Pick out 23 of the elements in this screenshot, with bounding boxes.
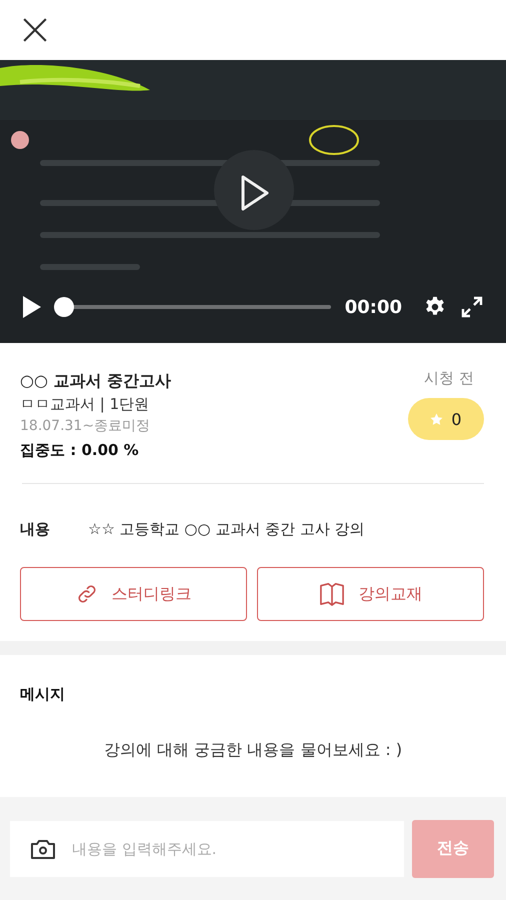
message-hint: 강의에 대해 궁금한 내용을 물어보세요 : ) — [102, 740, 404, 761]
time-display: 00:00 — [344, 296, 402, 318]
message-input[interactable]: 내용을 입력해주세요. — [10, 820, 404, 876]
fullscreen-icon[interactable] — [460, 295, 484, 319]
textbook-button[interactable]: 강의교재 — [257, 567, 484, 621]
play-icon[interactable] — [240, 175, 270, 211]
content-label: 내용 — [20, 520, 51, 539]
close-icon[interactable] — [22, 17, 48, 43]
lecture-title: ○○ 교과서 중간고사 — [20, 370, 172, 392]
star-count: 0 — [451, 410, 462, 428]
play-icon[interactable] — [22, 295, 42, 319]
study-link-button[interactable]: 스터디링크 — [20, 567, 247, 621]
focus-score: 집중도 : 0.00 % — [20, 440, 140, 461]
star-icon — [430, 412, 444, 426]
message-title: 메시지 — [20, 685, 66, 704]
content-text: ☆☆ 고등학교 ○○ 교과서 중간 고사 강의 — [88, 520, 365, 539]
book-icon — [318, 582, 344, 606]
watch-status: 시청 전 — [424, 369, 475, 388]
star-badge[interactable]: 0 — [408, 398, 484, 440]
camera-icon[interactable] — [30, 838, 56, 860]
link-icon — [76, 583, 98, 605]
lecture-subtitle: ㅁㅁ교과서 | 1단원 — [20, 394, 150, 415]
lecture-period: 18.07.31~종료미정 — [20, 417, 152, 436]
